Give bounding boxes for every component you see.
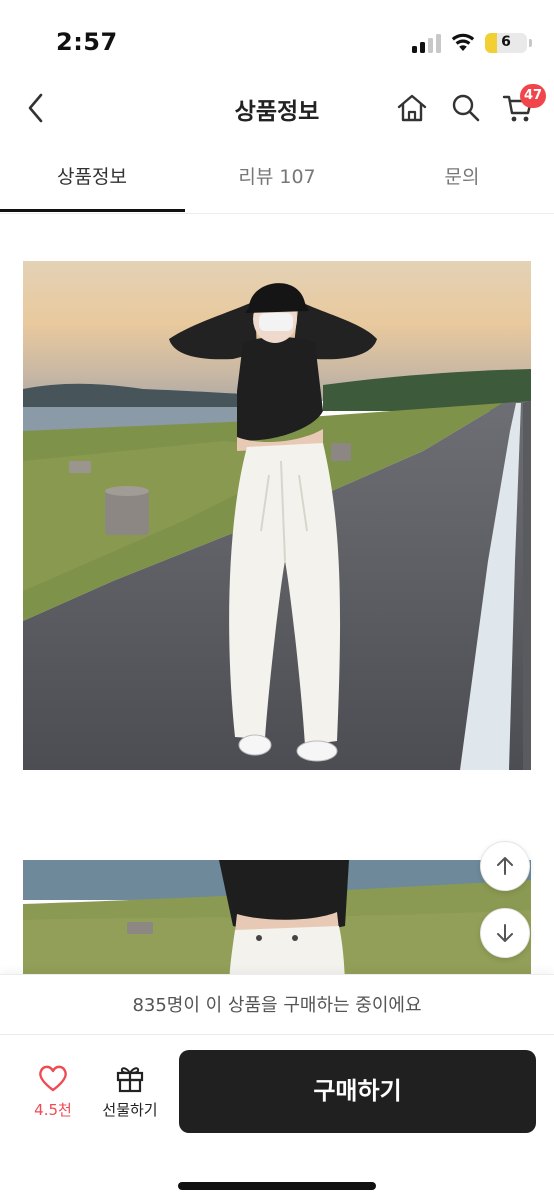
battery-percent: 6 <box>501 34 511 50</box>
tab-bar: 상품정보 리뷰 107 문의 <box>0 146 554 214</box>
like-count: 4.5천 <box>34 1101 72 1119</box>
scroll-to-bottom-button[interactable] <box>480 908 530 958</box>
buyers-count-banner: 835명이 이 상품을 구매하는 중이에요 <box>0 974 554 1034</box>
arrow-down-icon <box>497 924 513 942</box>
battery-tip <box>529 39 532 47</box>
wifi-icon <box>451 33 475 51</box>
home-icon <box>397 94 427 122</box>
product-photo-2 <box>23 860 531 974</box>
tab-product-info[interactable]: 상품정보 <box>0 146 184 212</box>
gift-button[interactable]: 선물하기 <box>96 1063 164 1127</box>
bottom-action-bar: 4.5천 선물하기 구매하기 <box>0 1034 554 1200</box>
buy-button[interactable]: 구매하기 <box>179 1050 536 1133</box>
cellular-signal-icon <box>412 33 442 53</box>
like-button[interactable]: 4.5천 <box>22 1063 84 1127</box>
home-button[interactable] <box>392 88 432 128</box>
product-detail-content <box>0 214 554 974</box>
home-indicator <box>178 1182 376 1190</box>
scroll-to-top-button[interactable] <box>480 841 530 891</box>
tab-reviews[interactable]: 리뷰 107 <box>185 146 369 212</box>
nav-bar: 상품정보 <box>0 80 554 136</box>
heart-icon <box>39 1065 67 1092</box>
status-bar: 2:57 6 <box>0 0 554 80</box>
arrow-up-icon <box>497 857 513 875</box>
search-icon <box>452 94 480 122</box>
battery-icon: 6 <box>485 33 527 53</box>
gift-label: 선물하기 <box>102 1101 158 1119</box>
search-button[interactable] <box>446 88 486 128</box>
active-tab-indicator <box>0 209 185 212</box>
status-time: 2:57 <box>56 28 118 56</box>
product-photo-1 <box>23 261 531 770</box>
cart-count-badge: 47 <box>520 84 547 108</box>
tab-inquiry[interactable]: 문의 <box>370 146 554 212</box>
gift-icon <box>116 1067 144 1093</box>
